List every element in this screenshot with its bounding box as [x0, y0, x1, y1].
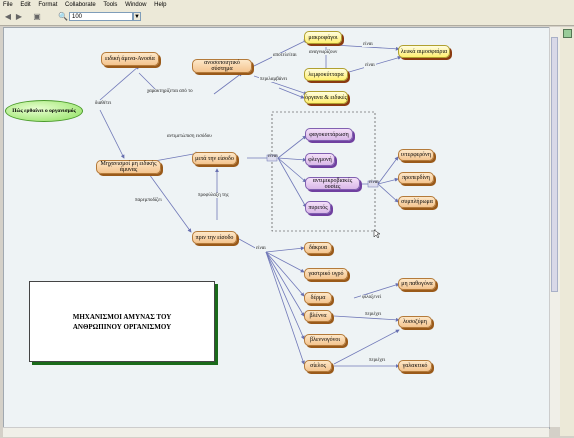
menu-tools[interactable]: Tools	[100, 0, 120, 10]
title-line-1: ΜΗΧΑΝΙΣΜΟΙ ΑΜΥΝΑΣ ΤΟΥ	[72, 312, 172, 321]
link-label: αντιμετώπιση εισόδου	[166, 134, 213, 139]
panel-icon[interactable]	[563, 29, 572, 38]
menu-window[interactable]: Window	[122, 0, 149, 10]
link-label: περιέχει	[364, 312, 383, 317]
concept-lysozymi[interactable]: λυσοζύμη	[398, 316, 432, 328]
concept-map-edges	[99, 39, 402, 368]
concept-flegmoni[interactable]: φλεγμονή	[305, 153, 335, 166]
concept-leuka-aimosfairia[interactable]: λευκά αιμοσφαίρια	[398, 45, 450, 58]
concept-properdini[interactable]: προπερδίνη	[398, 172, 434, 184]
concept-map-canvas[interactable]: Πώς ερθαίνει ο οργανισμός ειδική άμινα-Α…	[3, 27, 550, 429]
concept-makrofages[interactable]: μακροφάγοι	[304, 31, 342, 44]
link-label: είναι	[268, 154, 278, 159]
link-label: είναι	[362, 42, 374, 47]
concept-blennogona[interactable]: βλεννογόνοι	[304, 334, 346, 346]
menu-collaborate[interactable]: Collaborate	[62, 0, 99, 10]
concept-organa[interactable]: όργανα & ειδικές	[304, 91, 348, 104]
back-arrow-icon[interactable]: ◀	[3, 12, 13, 22]
forward-arrow-icon[interactable]: ▶	[14, 12, 24, 22]
link-label: αποτελείται	[272, 53, 298, 58]
concept-interferoni[interactable]: ιντερφερόνη	[398, 149, 434, 161]
concept-fagokyttarosi[interactable]: φαγοκυττάρωση	[305, 128, 353, 141]
zoom-icon[interactable]: 🔍	[58, 12, 68, 22]
concept-meta-eisodo[interactable]: μετά την είσοδο	[192, 152, 237, 165]
link-label: είναι	[255, 246, 267, 251]
link-label: χαρακτηρίζεται από το	[146, 89, 194, 94]
menu-bar: File Edit Format Collaborate Tools Windo…	[0, 0, 574, 10]
concept-antimikrobiakes[interactable]: αντιμικροβιακές ουσίες	[305, 177, 360, 190]
scroll-thumb[interactable]	[551, 37, 558, 292]
concept-mi-pathogona[interactable]: μη παθογόνα	[398, 278, 436, 290]
concept-anosopoitiko[interactable]: ανοσοποιητικό σύστημα	[192, 59, 252, 73]
menu-edit[interactable]: Edit	[17, 0, 33, 10]
menu-file[interactable]: File	[0, 0, 16, 10]
concept-mixanismoi[interactable]: Μηχανισμοί μη ειδικής άμυνας	[96, 160, 161, 174]
vertical-scrollbar[interactable]	[549, 27, 560, 427]
menu-help[interactable]: Help	[151, 0, 169, 10]
toolbar: ◀ ▶ ▣ 🔍 100 ▼	[0, 10, 574, 26]
concept-prin-eisodo[interactable]: πριν την είσοδο	[192, 231, 237, 244]
link-label: είναι	[369, 180, 379, 185]
link-label: παρεμποδίζει	[134, 198, 163, 203]
link-label: φιλοξενεί	[361, 295, 383, 300]
concept-sieloi[interactable]: σίελος	[304, 360, 332, 372]
concept-dakrya[interactable]: δάκρυα	[304, 242, 332, 254]
link-label: είναι	[364, 63, 376, 68]
concept-galaktiko[interactable]: γαλακτικό	[398, 360, 432, 372]
menu-format[interactable]: Format	[35, 0, 60, 10]
concept-lemfokyttara[interactable]: λεμφοκύτταρα	[304, 68, 348, 81]
zoom-input[interactable]: 100	[69, 12, 133, 21]
zoom-dropdown-button[interactable]: ▼	[133, 12, 141, 21]
link-label: αναγνωρίζουν	[308, 50, 339, 55]
concept-gastriko[interactable]: γαστρικό υγρό	[304, 268, 348, 280]
link-label: διαθέτει	[94, 101, 113, 106]
right-panel	[560, 27, 574, 436]
concept-derma[interactable]: δέρμα	[304, 292, 332, 304]
mouse-cursor-icon	[373, 229, 381, 239]
link-label: περιέχει	[368, 358, 387, 363]
title-box[interactable]: ΜΗΧΑΝΙΣΜΟΙ ΑΜΥΝΑΣ ΤΟΥ ΑΝΘΡΩΠΙΝΟΥ ΟΡΓΑΝΙΣ…	[29, 281, 215, 362]
horizontal-scrollbar[interactable]	[3, 427, 549, 437]
concept-symplirom[interactable]: συμπλήρωμα	[398, 196, 436, 208]
link-label: περιλαμβάνει	[259, 77, 289, 82]
root-concept[interactable]: Πώς ερθαίνει ο οργανισμός	[5, 100, 83, 122]
concept-vlenni[interactable]: βλέννα	[304, 310, 332, 322]
concept-puretos[interactable]: πυρετός	[305, 201, 331, 214]
title-line-2: ΑΝΘΡΩΠΙΝΟΥ ΟΡΓΑΝΙΣΜΟΥ	[72, 322, 172, 331]
link-label: προφύλαξη της	[197, 193, 230, 198]
layout-icon[interactable]: ▣	[32, 12, 42, 22]
concept-eidiki-anosia[interactable]: ειδική άμινα-Ανοσία	[101, 52, 159, 66]
